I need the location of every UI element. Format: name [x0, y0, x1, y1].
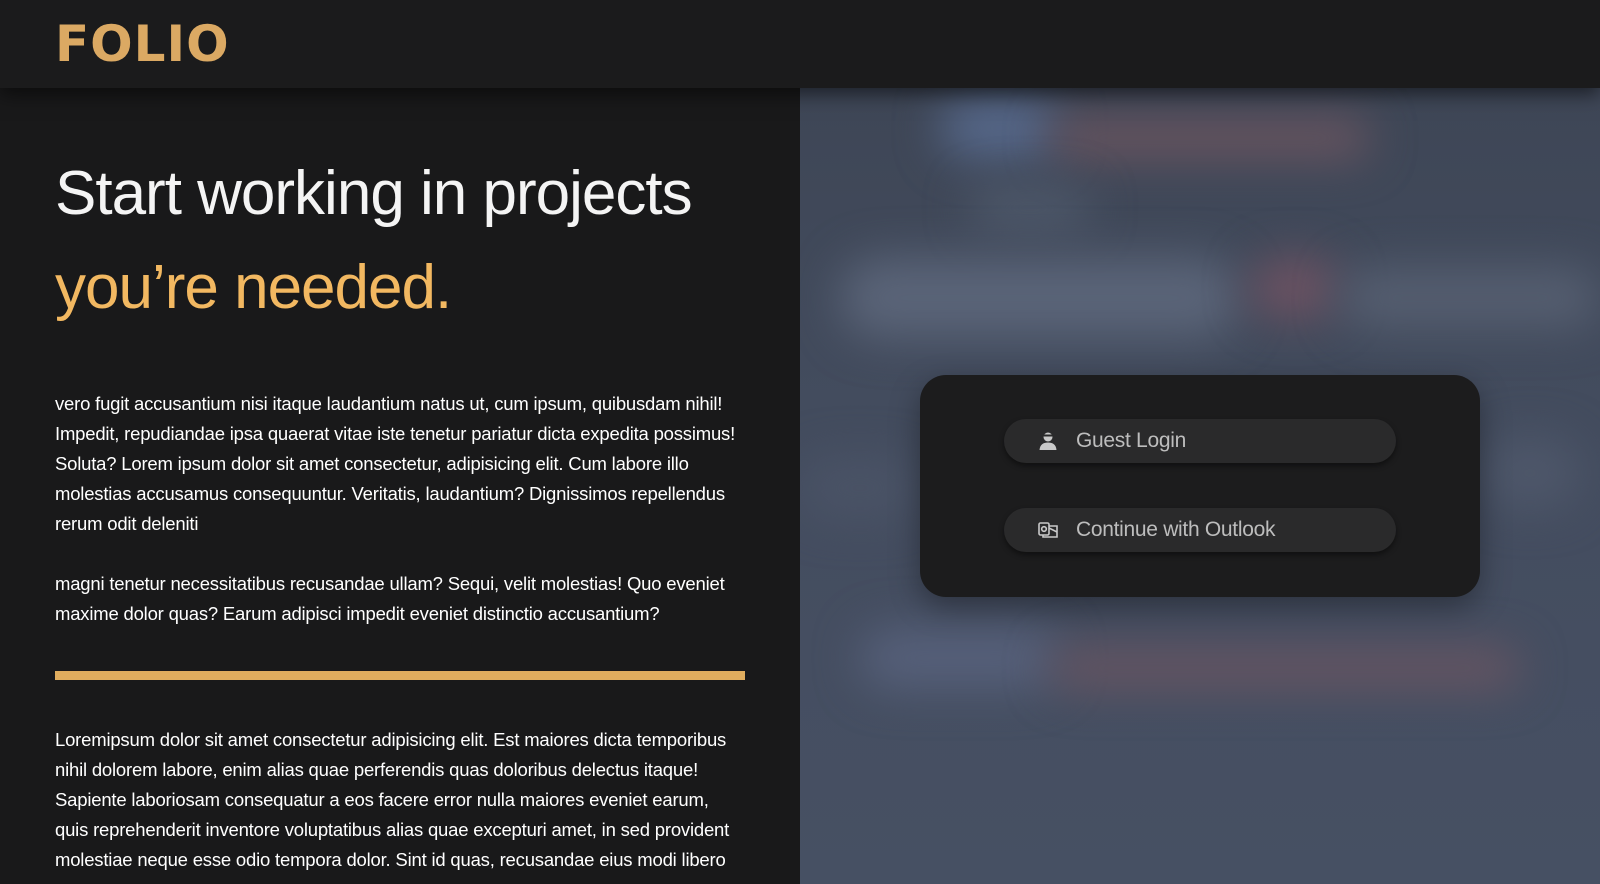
blur-shape: [860, 628, 1060, 688]
blur-shape: [970, 188, 1090, 228]
blur-shape: [840, 258, 1240, 338]
outlook-login-label: Continue with Outlook: [1076, 518, 1276, 541]
blur-shape: [940, 98, 1060, 158]
outlook-icon: [1036, 518, 1060, 542]
intro-paragraph-1: vero fugit accusantium nisi itaque lauda…: [55, 393, 736, 534]
headline-primary: Start working in projects: [55, 159, 693, 228]
blur-shape: [1480, 438, 1580, 508]
intro-paragraph-2: magni tenetur necessitatibus recusandae …: [55, 573, 725, 624]
headline-accent: you’re needed.: [55, 253, 452, 322]
blur-shape: [1050, 648, 1520, 688]
blur-shape: [1050, 118, 1370, 158]
left-panel: Start working in projects you’re needed.…: [0, 88, 800, 884]
top-bar: FOLIO: [0, 0, 1600, 88]
user-icon: [1036, 429, 1060, 453]
guest-login-label: Guest Login: [1076, 429, 1186, 452]
guest-login-button[interactable]: Guest Login: [1004, 419, 1396, 463]
blur-shape: [1340, 268, 1600, 328]
login-card: Guest Login Continue with Outlook: [920, 375, 1480, 597]
accent-divider: [55, 671, 745, 680]
folio-logo[interactable]: FOLIO: [55, 14, 230, 74]
blur-shape: [800, 458, 920, 518]
outlook-login-button[interactable]: Continue with Outlook: [1004, 508, 1396, 552]
intro-paragraph-3: Loremipsum dolor sit amet consectetur ad…: [55, 729, 730, 870]
blur-shape: [1250, 258, 1340, 318]
